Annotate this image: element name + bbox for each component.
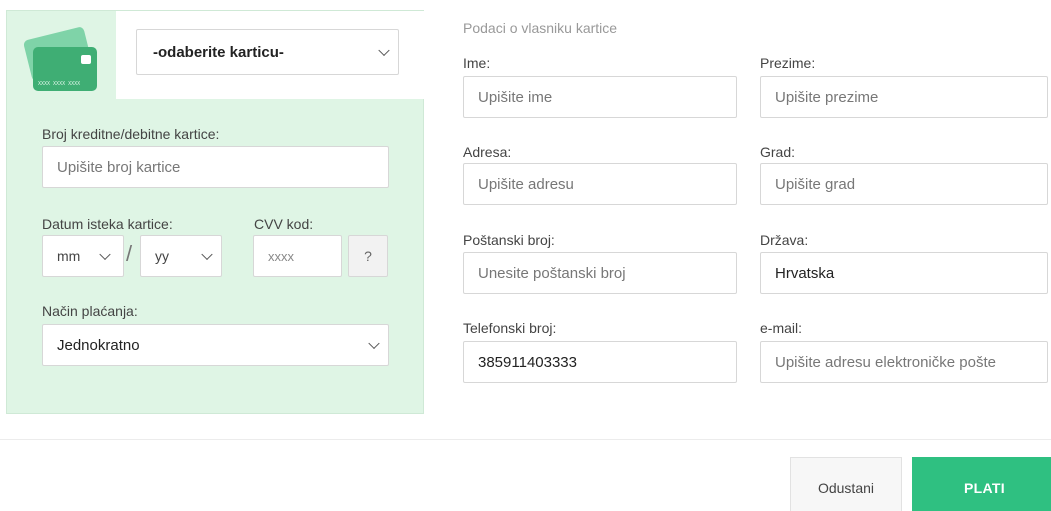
address-placeholder: Upišite adresu — [478, 175, 574, 193]
payment-method-label: Način plaćanja: — [42, 303, 138, 319]
last-name-placeholder: Upišite prezime — [775, 88, 879, 106]
card-type-select-value: -odaberite karticu- — [153, 43, 284, 61]
last-name-input[interactable]: Upišite prezime — [760, 76, 1048, 118]
chevron-down-icon — [201, 248, 213, 261]
chevron-down-icon — [99, 248, 111, 261]
payment-method-value: Jednokratno — [57, 336, 140, 354]
city-placeholder: Upišite grad — [775, 175, 856, 193]
help-icon: ? — [364, 248, 372, 264]
last-name-label: Prezime: — [760, 55, 816, 71]
first-name-input[interactable]: Upišite ime — [463, 76, 737, 118]
cvv-help-button[interactable]: ? — [348, 235, 388, 277]
expiry-separator: / — [126, 241, 133, 266]
pay-button-label: PLATI — [964, 480, 1005, 496]
cancel-button-label: Odustani — [817, 480, 875, 496]
email-input[interactable]: Upišite adresu elektroničke pošte — [760, 341, 1048, 383]
postal-code-input[interactable]: Unesite poštanski broj — [463, 252, 737, 294]
city-input[interactable]: Upišite grad — [760, 163, 1048, 205]
card-number-input[interactable]: Upišite broj kartice — [42, 146, 389, 188]
cancel-button[interactable]: Odustani — [790, 457, 902, 511]
expiry-month-value: mm — [57, 248, 81, 264]
owner-section-title: Podaci o vlasniku kartice — [463, 20, 618, 36]
chevron-down-icon — [368, 337, 380, 350]
first-name-label: Ime: — [463, 55, 491, 71]
first-name-placeholder: Upišite ime — [478, 88, 553, 106]
card-type-select-box: -odaberite karticu- — [116, 11, 426, 99]
country-value: Hrvatska — [775, 264, 835, 282]
city-label: Grad: — [760, 144, 796, 160]
expiry-label: Datum isteka kartice: — [42, 216, 173, 232]
email-label: e-mail: — [760, 320, 803, 336]
card-type-select[interactable]: -odaberite karticu- — [136, 29, 399, 75]
expiry-month-select[interactable]: mm — [42, 235, 124, 277]
payment-method-select[interactable]: Jednokratno — [42, 324, 389, 366]
footer-divider — [0, 439, 1051, 440]
phone-input[interactable]: 385911403333 — [463, 341, 737, 383]
card-number-placeholder: Upišite broj kartice — [57, 158, 181, 176]
card-details-panel: XXXX XXXX XXXX -odaberite karticu- Broj … — [6, 10, 426, 414]
country-label: Država: — [760, 232, 809, 248]
expiry-year-select[interactable]: yy — [140, 235, 222, 277]
address-label: Adresa: — [463, 144, 512, 160]
postal-code-label: Poštanski broj: — [463, 232, 555, 248]
cvv-placeholder: xxxx — [268, 248, 294, 264]
phone-value: 385911403333 — [478, 353, 577, 371]
expiry-year-value: yy — [155, 248, 169, 264]
chevron-down-icon — [378, 44, 390, 57]
postal-code-placeholder: Unesite poštanski broj — [478, 264, 626, 282]
cvv-label: CVV kod: — [254, 216, 314, 232]
phone-label: Telefonski broj: — [463, 320, 557, 336]
card-icon-number: XXXX XXXX XXXX — [38, 81, 80, 87]
pay-button[interactable]: PLATI — [912, 457, 1051, 511]
credit-card-icon: XXXX XXXX XXXX — [21, 25, 105, 95]
address-input[interactable]: Upišite adresu — [463, 163, 737, 205]
email-placeholder: Upišite adresu elektroničke pošte — [775, 353, 996, 371]
card-number-label: Broj kreditne/debitne kartice: — [42, 126, 220, 142]
country-input[interactable]: Hrvatska — [760, 252, 1048, 294]
cvv-input[interactable]: xxxx — [253, 235, 342, 277]
